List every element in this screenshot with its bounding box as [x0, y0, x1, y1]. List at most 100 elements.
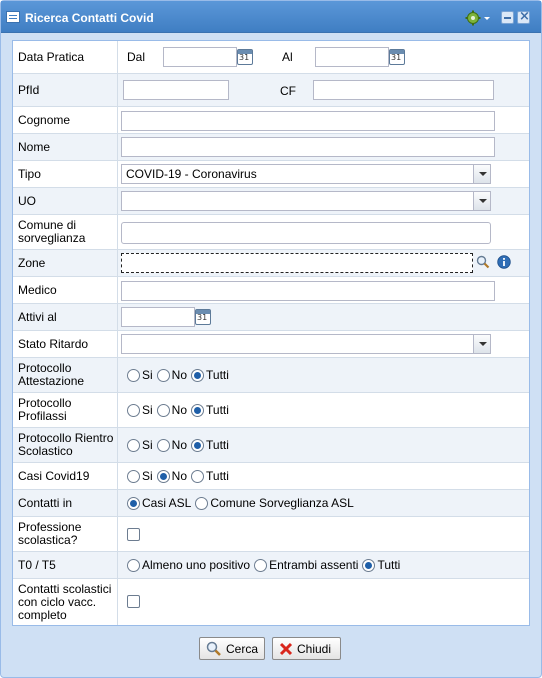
radio-option-no[interactable]: No: [156, 438, 187, 452]
attivi-al-date-input[interactable]: [121, 307, 195, 327]
zone-input[interactable]: [121, 253, 473, 273]
professione-scolastica-checkbox[interactable]: [127, 528, 140, 541]
radio-button[interactable]: [127, 368, 140, 382]
label-protocollo-rientro: Protocollo Rientro Scolastico: [13, 428, 118, 462]
label-comune: Comune di sorveglianza: [13, 215, 118, 249]
uo-select[interactable]: [121, 191, 491, 211]
row-casi-covid: Casi Covid19 Si No Tutti: [13, 463, 529, 490]
radio-option-si[interactable]: Si: [127, 469, 153, 483]
minimize-button[interactable]: [501, 11, 514, 24]
label-contatti-in: Contatti in: [13, 490, 118, 516]
chevron-down-icon[interactable]: [473, 335, 490, 353]
row-comune: Comune di sorveglianza: [13, 215, 529, 250]
radio-option-tutti[interactable]: Tutti: [191, 438, 229, 452]
label-dal: Dal: [127, 50, 146, 64]
contatti-scolastici-checkbox[interactable]: [127, 595, 140, 608]
label-cognome: Cognome: [13, 107, 118, 133]
calendar-icon-attivi-al[interactable]: 31: [195, 309, 211, 325]
radio-button-selected[interactable]: [127, 496, 140, 510]
radio-button[interactable]: [127, 558, 140, 572]
casi-covid-radio-group: Si No Tutti: [127, 463, 233, 489]
tipo-selected-value: COVID-19 - Coronavirus: [126, 167, 257, 181]
pfid-input[interactable]: [123, 80, 229, 100]
window-form-icon: [6, 11, 20, 23]
row-pfid: PfId CF: [13, 74, 529, 107]
radio-option-tutti[interactable]: Tutti: [191, 403, 229, 417]
radio-option-no[interactable]: No: [156, 469, 187, 483]
radio-button[interactable]: [191, 469, 205, 483]
label-casi-covid: Casi Covid19: [13, 463, 118, 489]
chiudi-label: Chiudi: [297, 641, 332, 656]
nome-input[interactable]: [121, 137, 495, 157]
row-protocollo-profilassi: Protocollo Profilassi Si No Tutti: [13, 393, 529, 428]
radio-option-almeno-uno-positivo[interactable]: Almeno uno positivo: [127, 558, 250, 572]
radio-button-selected[interactable]: [191, 438, 205, 452]
comune-input[interactable]: [121, 222, 491, 244]
row-uo: UO: [13, 188, 529, 215]
radio-button[interactable]: [127, 469, 140, 483]
radio-option-tutti[interactable]: Tutti: [191, 469, 229, 483]
radio-button[interactable]: [156, 403, 170, 417]
radio-button[interactable]: [156, 368, 170, 382]
radio-button[interactable]: [254, 558, 268, 572]
radio-button-selected[interactable]: [156, 469, 170, 483]
close-window-button[interactable]: [517, 9, 530, 24]
radio-button[interactable]: [127, 403, 140, 417]
row-contatti-in: Contatti in Casi ASL Comune Sorveglianza…: [13, 490, 529, 517]
search-icon: [206, 641, 221, 656]
radio-button-selected[interactable]: [362, 558, 376, 572]
cerca-label: Cerca: [225, 641, 258, 656]
label-t0-t5: T0 / T5: [13, 552, 118, 578]
radio-button-selected[interactable]: [191, 368, 205, 382]
chevron-down-icon[interactable]: [473, 165, 490, 183]
label-data-pratica: Data Pratica: [13, 41, 118, 73]
radio-button[interactable]: [195, 496, 209, 510]
calendar-icon-al[interactable]: 31: [389, 49, 405, 65]
radio-option-entrambi-assenti[interactable]: Entrambi assenti: [254, 558, 358, 572]
label-contatti-scolastici: Contatti scolastici con ciclo vacc. comp…: [13, 579, 118, 625]
chiudi-button[interactable]: Chiudi: [272, 637, 341, 660]
radio-option-si[interactable]: Si: [127, 438, 153, 452]
label-pfid: PfId: [13, 74, 118, 106]
cerca-button[interactable]: Cerca: [199, 637, 265, 660]
stato-ritardo-select[interactable]: [121, 334, 491, 354]
label-zone: Zone: [13, 250, 118, 276]
row-professione-scolastica: Professione scolastica?: [13, 517, 529, 552]
close-icon: [279, 642, 293, 655]
al-date-input[interactable]: [315, 47, 389, 67]
label-protocollo-attestazione: Protocollo Attestazione: [13, 358, 118, 392]
radio-option-no[interactable]: No: [156, 403, 187, 417]
radio-option-tutti[interactable]: Tutti: [362, 558, 400, 572]
radio-button[interactable]: [127, 438, 140, 452]
calendar-icon-dal[interactable]: 31: [237, 49, 253, 65]
info-icon[interactable]: [497, 255, 511, 269]
radio-option-casi-asl[interactable]: Casi ASL: [127, 496, 191, 510]
radio-option-no[interactable]: No: [156, 368, 187, 382]
gear-menu-icon[interactable]: [465, 10, 491, 26]
label-protocollo-profilassi: Protocollo Profilassi: [13, 393, 118, 427]
radio-option-si[interactable]: Si: [127, 403, 153, 417]
cf-input[interactable]: [313, 80, 494, 100]
radio-option-tutti[interactable]: Tutti: [191, 368, 229, 382]
window-titlebar[interactable]: Ricerca Contatti Covid: [1, 1, 541, 33]
dal-date-input[interactable]: [163, 47, 237, 67]
radio-button[interactable]: [156, 438, 170, 452]
label-medico: Medico: [13, 277, 118, 303]
cognome-input[interactable]: [121, 111, 495, 131]
row-attivi-al: Attivi al 31: [13, 304, 529, 331]
protocollo-profilassi-radio-group: Si No Tutti: [127, 393, 233, 427]
label-professione-scolastica: Professione scolastica?: [13, 517, 118, 551]
label-attivi-al: Attivi al: [13, 304, 118, 330]
chevron-down-icon[interactable]: [473, 192, 490, 210]
medico-input[interactable]: [121, 281, 495, 301]
radio-option-si[interactable]: Si: [127, 368, 153, 382]
tipo-select[interactable]: COVID-19 - Coronavirus: [121, 164, 491, 184]
row-protocollo-rientro: Protocollo Rientro Scolastico Si No Tutt…: [13, 428, 529, 463]
search-form: Data Pratica Dal 31 Al 31 PfId CF Cognom…: [12, 40, 530, 626]
search-icon[interactable]: [476, 255, 490, 269]
row-stato-ritardo: Stato Ritardo: [13, 331, 529, 358]
radio-option-comune-sorveglianza[interactable]: Comune Sorveglianza ASL: [195, 496, 354, 510]
radio-button-selected[interactable]: [191, 403, 205, 417]
row-zone: Zone: [13, 250, 529, 277]
protocollo-rientro-radio-group: Si No Tutti: [127, 428, 233, 462]
